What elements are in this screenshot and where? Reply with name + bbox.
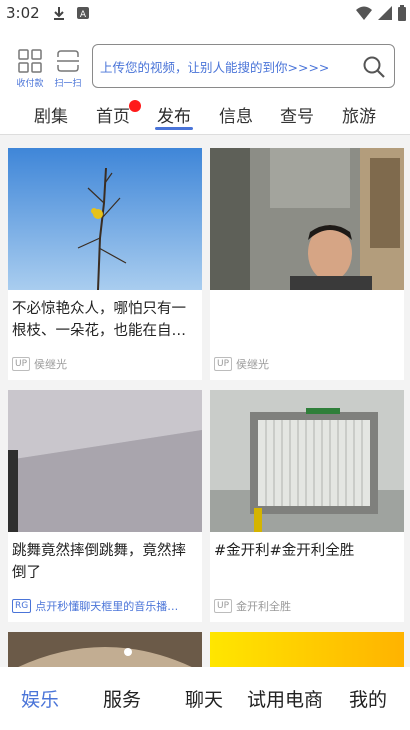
svg-text:A: A (80, 10, 87, 20)
tab-lookup[interactable]: 查号 (267, 102, 327, 127)
video-card[interactable]: 1100 0 #金开利#金开利全胜 UP 金开利全胜 (210, 390, 404, 622)
video-feed[interactable]: 1373 0 不必惊艳众人，哪怕只有一根枝、一朵花，也能在自… UP 侯继光 4… (0, 135, 410, 667)
thumbnail-yellow (210, 632, 404, 667)
author-name: 点开秒懂聊天框里的音乐播… (35, 600, 179, 613)
nav-services[interactable]: 服务 (103, 685, 141, 712)
thumbnail-ceiling (8, 632, 202, 667)
battery-icon (398, 5, 406, 21)
author-badge: RG (12, 599, 32, 613)
tab-travel[interactable]: 旅游 (329, 102, 389, 127)
author-name: 侯继光 (236, 358, 270, 371)
search-icon[interactable] (362, 55, 386, 79)
thumbnail-man-shop (210, 148, 404, 290)
author-name: 金开利全胜 (236, 600, 292, 613)
thumbnail-filter (210, 390, 404, 532)
thumbnail-sky-branch (8, 148, 202, 290)
favorites-button[interactable]: 收付款 (13, 48, 47, 89)
notification-dot (129, 100, 141, 112)
header: 收付款 扫一扫 (0, 40, 410, 96)
video-card[interactable]: 1373 0 不必惊艳众人，哪怕只有一根枝、一朵花，也能在自… UP 侯继光 (8, 148, 202, 380)
nav-chat[interactable]: 聊天 (185, 685, 223, 712)
video-thumbnail[interactable] (8, 390, 202, 532)
video-author[interactable]: UP 金开利全胜 (214, 598, 400, 614)
video-author[interactable]: UP 侯继光 (12, 356, 198, 372)
active-tab-indicator (155, 127, 193, 130)
video-thumbnail[interactable] (210, 390, 404, 532)
author-badge: UP (214, 599, 233, 613)
video-card[interactable]: 4089 0 UP 侯继光 (210, 148, 404, 380)
video-thumbnail[interactable] (210, 148, 404, 290)
video-card[interactable] (8, 632, 202, 667)
category-tabs: 剧集 首页 发布 信息 查号 旅游 (0, 100, 410, 134)
app-notification-icon: A (77, 7, 89, 20)
author-name: 侯继光 (34, 358, 68, 371)
signal-icon (378, 6, 392, 20)
video-author[interactable]: RG 点开秒懂聊天框里的音乐播… (12, 598, 198, 614)
video-card[interactable] (210, 632, 404, 667)
video-title[interactable]: 不必惊艳众人，哪怕只有一根枝、一朵花，也能在自… (12, 298, 198, 342)
author-badge: UP (12, 357, 31, 371)
status-time: 3:02 (6, 4, 40, 22)
video-title[interactable]: #金开利#金开利全胜 (214, 540, 400, 562)
tab-publish[interactable]: 发布 (144, 102, 204, 127)
thumbnail-wall (8, 390, 202, 532)
bottom-navigation: 娱乐 服务 聊天 试用电商 我的 (0, 667, 410, 730)
favorites-label: 收付款 (16, 79, 44, 89)
download-icon (54, 7, 64, 20)
tab-messages[interactable]: 信息 (206, 102, 266, 127)
nav-me[interactable]: 我的 (349, 685, 387, 712)
scan-label: 扫一扫 (54, 79, 82, 89)
scan-icon (57, 50, 79, 72)
video-title[interactable]: 跳舞竟然摔倒跳舞，竟然摔倒了 (12, 540, 198, 584)
video-author[interactable]: UP 侯继光 (214, 356, 400, 372)
video-thumbnail[interactable] (8, 148, 202, 290)
scan-button[interactable]: 扫一扫 (51, 48, 85, 89)
author-badge: UP (214, 357, 233, 371)
wifi-icon (356, 6, 372, 20)
tab-dramas[interactable]: 剧集 (21, 102, 81, 127)
nav-entertainment[interactable]: 娱乐 (21, 685, 59, 712)
search-box[interactable] (92, 44, 395, 88)
nav-trial-shopping[interactable]: 试用电商 (247, 685, 323, 712)
search-input[interactable] (100, 55, 350, 79)
video-card[interactable]: 3288 0 跳舞竟然摔倒跳舞，竟然摔倒了 RG 点开秒懂聊天框里的音乐播… (8, 390, 202, 622)
status-bar: 3:02 A (0, 0, 410, 28)
grid-icon (18, 49, 42, 73)
